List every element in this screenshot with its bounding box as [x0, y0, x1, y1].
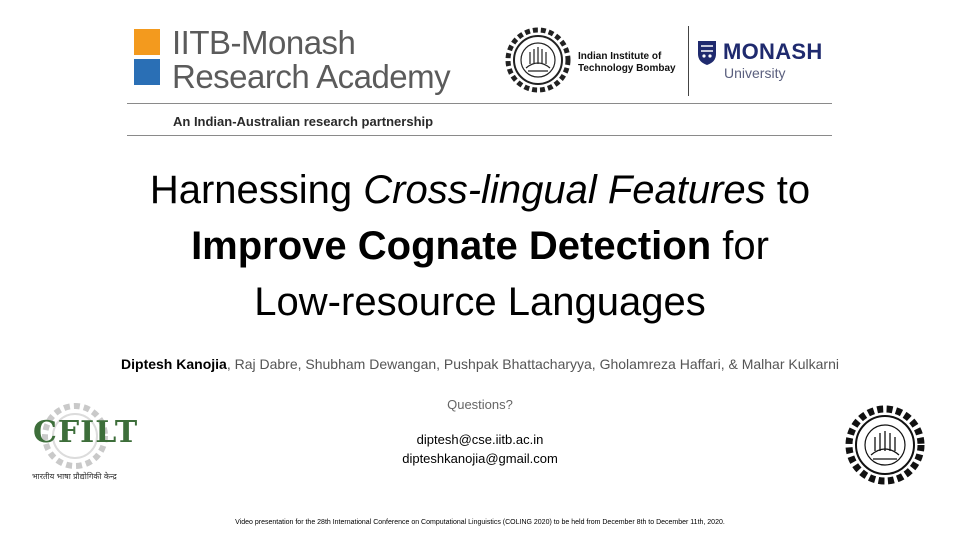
author-list: Diptesh Kanojia, Raj Dabre, Shubham Dewa… — [20, 356, 940, 372]
title-line1-pre: Harnessing — [149, 168, 364, 212]
title-line2-bold: Improve Cognate Detection — [191, 224, 712, 268]
footer-note: Video presentation for the 28th Internat… — [235, 519, 725, 526]
academy-tagline: An Indian-Australian research partnershi… — [173, 114, 434, 129]
header-rule-bottom — [127, 135, 832, 136]
iitb-name-line1: Indian Institute of — [578, 51, 662, 62]
academy-name-line2: Research Academy — [172, 58, 451, 95]
iitb-gear-emblem-icon — [845, 405, 925, 485]
title-line1-italic: Cross-lingual Features — [363, 168, 766, 212]
email-link-2[interactable]: dipteshkanojia@gmail.com — [330, 451, 630, 466]
iitb-emblem-icon — [505, 27, 571, 93]
iitb-name-line2: Technology Bombay — [578, 63, 676, 74]
co-authors: , Raj Dabre, Shubham Dewangan, Pushpak B… — [226, 356, 839, 372]
header-rule-top — [127, 103, 832, 104]
cfilt-caption: भारतीय भाषा प्रौद्योगिकी केन्द्र — [32, 472, 117, 481]
title-line-3: Low-resource Languages — [254, 280, 706, 324]
monash-name: MONASH — [723, 39, 823, 64]
email-link-1[interactable]: diptesh@cse.iitb.ac.in — [330, 432, 630, 447]
monash-sub: University — [724, 65, 786, 81]
academy-blue-square — [134, 59, 160, 85]
slide-title: Harnessing Cross-lingual Features to Imp… — [40, 162, 920, 330]
cfilt-letters: CFILT — [33, 415, 139, 450]
academy-name-line1: IITB-Monash — [172, 24, 356, 61]
title-line-2: Improve Cognate Detection for — [40, 218, 920, 274]
academy-orange-square — [134, 29, 160, 55]
header-divider — [688, 26, 689, 96]
title-line2-post: for — [711, 224, 769, 268]
title-line1-post: to — [765, 168, 811, 212]
monash-shield-icon — [698, 41, 716, 65]
questions-label: Questions? — [447, 397, 513, 412]
iitb-name: Indian Institute of Technology Bombay — [578, 51, 676, 75]
lead-author: Diptesh Kanojia — [121, 356, 227, 372]
title-line-1: Harnessing Cross-lingual Features to — [40, 162, 920, 218]
